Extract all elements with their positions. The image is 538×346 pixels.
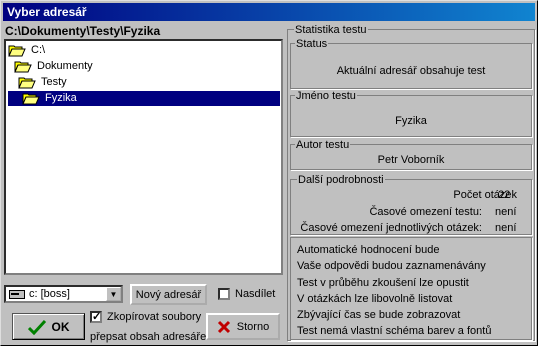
details-key-test-time: Časové omezení testu:: [369, 206, 482, 218]
test-name-value: Fyzika: [395, 115, 427, 127]
drive-select-value: c: [boss]: [29, 288, 70, 300]
folder-tree[interactable]: C:\ Dokumenty Testy Fyzika: [4, 39, 283, 275]
current-path: C:\Dokumenty\Testy\Fyzika: [5, 24, 161, 38]
close-icon: [217, 320, 230, 333]
tree-item-label: Dokumenty: [37, 60, 93, 72]
tree-item-label: Fyzika: [43, 91, 79, 106]
new-directory-label: Nový adresář: [135, 288, 202, 301]
details-key-questions: Počet otázek: [453, 189, 517, 201]
details-label: Další podrobnosti: [297, 174, 385, 186]
property-line: Automatické hodnocení bude: [297, 244, 440, 256]
drive-icon: [9, 289, 25, 299]
open-folder-icon: [22, 93, 40, 105]
author-label: Autor testu: [295, 139, 351, 151]
inherit-checkbox[interactable]: Nasdílet: [218, 288, 275, 300]
ok-button[interactable]: OK: [12, 313, 85, 340]
checkmark-icon: [27, 319, 46, 335]
property-line: Test v průběhu zkoušení lze opustit: [297, 277, 469, 289]
tree-item-dokumenty[interactable]: Dokumenty: [14, 59, 95, 74]
window-title: Vyber adresář: [7, 5, 87, 19]
author-value: Petr Voborník: [377, 154, 445, 166]
cancel-button[interactable]: Storno: [206, 313, 280, 340]
details-value-test-time: není: [495, 206, 517, 218]
details-value-question-time: není: [495, 222, 517, 234]
drive-select[interactable]: c: [boss] ▼: [4, 285, 123, 303]
copy-files-checkbox-box[interactable]: ✓: [90, 311, 102, 323]
tree-item-fyzika[interactable]: Fyzika: [22, 91, 79, 106]
tree-item-label: Testy: [41, 76, 67, 88]
property-line: V otázkách lze libovolně listovat: [297, 293, 453, 305]
open-folder-icon: [14, 61, 32, 73]
details-value-questions: 22: [498, 189, 511, 201]
stats-panel-title: Statistika testu: [294, 24, 368, 36]
copy-files-label: Zkopírovat soubory: [107, 311, 202, 323]
tree-item-testy[interactable]: Testy: [18, 75, 69, 90]
open-folder-icon: [18, 77, 36, 89]
test-name-label: Jméno testu: [295, 90, 357, 102]
tree-item-label: C:\: [31, 44, 46, 56]
title-bar[interactable]: Vyber adresář: [3, 3, 535, 21]
chevron-down-icon[interactable]: ▼: [106, 287, 121, 301]
inherit-checkbox-label: Nasdílet: [235, 288, 276, 300]
tree-item-root[interactable]: C:\: [8, 43, 47, 58]
copy-files-checkbox[interactable]: ✓ Zkopírovat soubory: [90, 311, 201, 323]
inherit-checkbox-box[interactable]: [218, 288, 230, 300]
status-group-label: Status: [295, 38, 329, 50]
cancel-label: Storno: [236, 320, 270, 333]
new-directory-button[interactable]: Nový adresář: [130, 284, 207, 305]
dialog-window: Vyber adresář C:\Dokumenty\Testy\Fyzika …: [0, 0, 538, 346]
details-key-question-time: Časové omezení jednotlivých otázek:: [300, 222, 482, 234]
property-line: Vaše odpovědi budou zaznamenávány: [297, 260, 486, 272]
property-line: Zbývající čas se bude zobrazovat: [297, 309, 461, 321]
status-value: Aktuální adresář obsahuje test: [336, 65, 486, 77]
property-line: Test nemá vlastní schéma barev a fontů: [297, 325, 492, 337]
ok-label: OK: [51, 319, 70, 334]
open-folder-icon: [8, 45, 26, 57]
overwrite-note: přepsat obsah adresáře: [90, 331, 207, 343]
